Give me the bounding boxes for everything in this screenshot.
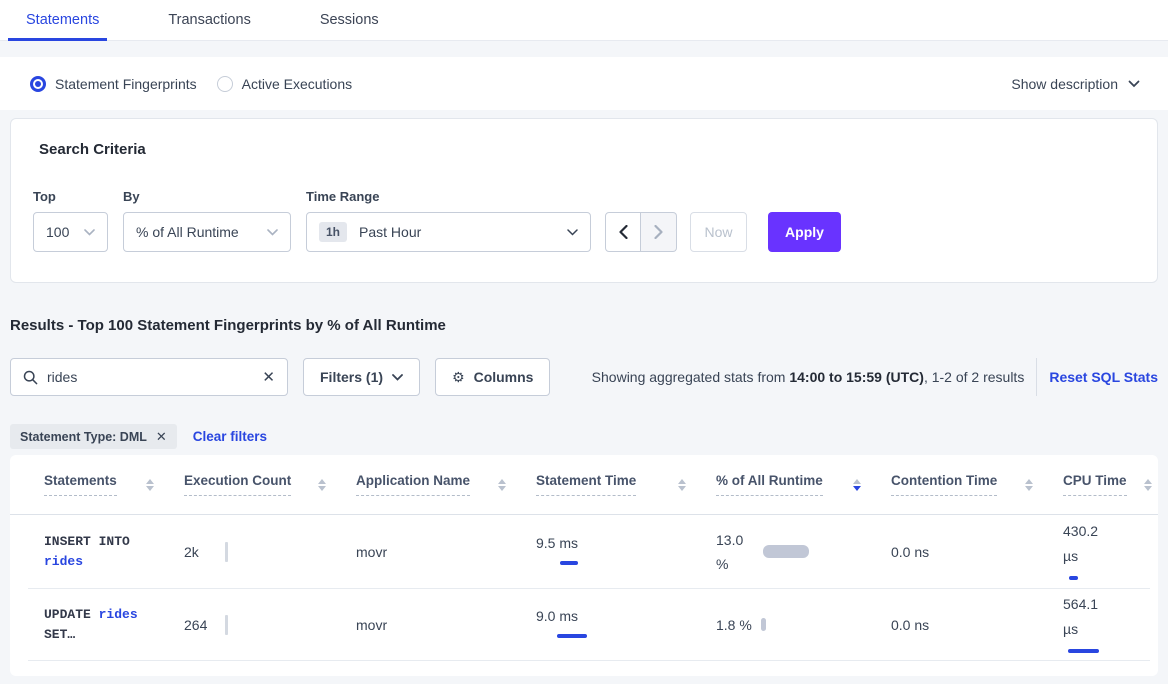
search-criteria-title: Search Criteria <box>39 141 146 158</box>
sort-icon-active-desc[interactable] <box>853 479 861 491</box>
top-label: Top <box>33 189 108 204</box>
pct-runtime-bar <box>761 618 766 631</box>
time-range-label: Time Range <box>306 189 591 204</box>
by-label: By <box>123 189 291 204</box>
pct-runtime-bar <box>763 545 809 558</box>
statement-fingerprint[interactable]: INSERT INTO rides <box>44 532 130 572</box>
search-icon <box>23 370 38 385</box>
radio-unselected-icon[interactable] <box>217 76 233 92</box>
time-range-select[interactable]: 1h Past Hour <box>306 212 591 252</box>
col-header-statements[interactable]: Statements <box>44 473 184 495</box>
active-tab-underline <box>8 38 107 41</box>
clear-search-icon[interactable]: ✕ <box>262 370 275 385</box>
columns-button-label: Columns <box>474 369 534 385</box>
time-pager <box>605 212 677 252</box>
table-row[interactable]: INSERT INTO rides 2k movr 9.5 ms 13.0 % … <box>10 515 1158 588</box>
by-select[interactable]: % of All Runtime <box>123 212 291 252</box>
filters-button[interactable]: Filters (1) <box>303 358 420 396</box>
show-description-label: Show description <box>1011 76 1118 92</box>
results-heading: Results - Top 100 Statement Fingerprints… <box>10 317 446 334</box>
top-tab-bar: Statements Transactions Sessions <box>0 0 1168 41</box>
chevron-down-icon <box>84 229 95 236</box>
chevron-down-icon <box>392 374 403 381</box>
stddev-bar <box>557 634 587 638</box>
statements-table: Statements Execution Count Application N… <box>10 455 1158 676</box>
stddev-bar <box>560 561 578 565</box>
now-button[interactable]: Now <box>690 212 747 252</box>
summary-time-range: 14:00 to 15:59 (UTC) <box>789 369 924 385</box>
results-summary: Showing aggregated stats from 14:00 to 1… <box>592 369 1025 385</box>
pct-runtime-cell: 13.0 % <box>716 528 891 576</box>
application-name-cell: movr <box>356 544 536 560</box>
gear-icon: ⚙ <box>452 370 465 384</box>
application-name-cell: movr <box>356 617 536 633</box>
top-select[interactable]: 100 <box>33 212 108 252</box>
remove-filter-icon[interactable]: ✕ <box>156 430 167 443</box>
filter-pill-label: Statement Type: DML <box>20 430 147 444</box>
statement-link[interactable]: rides <box>44 554 83 569</box>
radio-selected-icon[interactable] <box>30 76 46 92</box>
top-select-value: 100 <box>46 224 69 240</box>
pct-runtime-cell: 1.8 % <box>716 617 891 633</box>
col-header-pct-runtime[interactable]: % of All Runtime <box>716 473 891 495</box>
tab-statements[interactable]: Statements <box>26 12 99 28</box>
cpu-time-cell: 430.2 µs <box>1063 519 1152 584</box>
statement-search-box[interactable]: ✕ <box>10 358 288 396</box>
sort-icon[interactable] <box>1025 479 1033 491</box>
statement-time-cell: 9.5 ms <box>536 535 716 569</box>
stddev-bar <box>1068 649 1099 653</box>
stddev-bar <box>1069 576 1078 580</box>
sort-icon[interactable] <box>318 479 326 491</box>
execution-count-bar <box>225 542 228 562</box>
toolbar-divider <box>1036 358 1037 396</box>
results-toolbar: ✕ Filters (1) ⚙ Columns Showing aggregat… <box>10 358 1158 396</box>
tab-transactions[interactable]: Transactions <box>168 12 250 28</box>
col-header-execution-count[interactable]: Execution Count <box>184 473 356 495</box>
sort-icon[interactable] <box>1144 479 1152 491</box>
by-select-value: % of All Runtime <box>136 224 239 240</box>
radio-statement-fingerprints[interactable]: Statement Fingerprints <box>30 76 197 92</box>
execution-count-cell: 2k <box>184 544 356 560</box>
filter-pill-statement-type[interactable]: Statement Type: DML ✕ <box>10 424 177 449</box>
sort-icon[interactable] <box>678 479 686 491</box>
cpu-time-cell: 564.1 µs <box>1063 592 1152 657</box>
chevron-down-icon <box>267 229 278 236</box>
col-header-cpu-time[interactable]: CPU Time <box>1063 473 1152 495</box>
show-description-toggle[interactable]: Show description <box>1011 76 1140 92</box>
statement-time-cell: 9.0 ms <box>536 608 716 642</box>
col-header-application-name[interactable]: Application Name <box>356 473 536 495</box>
search-input[interactable] <box>47 369 253 385</box>
statement-fingerprint[interactable]: UPDATE rides SET… <box>44 605 138 645</box>
radio-active-executions[interactable]: Active Executions <box>217 76 353 92</box>
prev-time-button[interactable] <box>605 212 641 252</box>
clear-filters-link[interactable]: Clear filters <box>193 429 267 444</box>
active-filters-row: Statement Type: DML ✕ Clear filters <box>10 424 267 449</box>
next-time-button[interactable] <box>641 212 677 252</box>
statement-link[interactable]: rides <box>99 607 138 622</box>
row-divider <box>28 660 1150 661</box>
view-toggle-strip: Statement Fingerprints Active Executions… <box>0 57 1168 110</box>
col-header-contention-time[interactable]: Contention Time <box>891 473 1063 495</box>
table-row[interactable]: UPDATE rides SET… 264 movr 9.0 ms 1.8 % … <box>10 589 1158 660</box>
radio-active-executions-label: Active Executions <box>242 76 353 92</box>
chevron-down-icon <box>1128 80 1140 88</box>
table-header-row: Statements Execution Count Application N… <box>10 455 1158 515</box>
time-range-badge: 1h <box>319 222 347 242</box>
radio-statement-fingerprints-label: Statement Fingerprints <box>55 76 197 92</box>
sort-icon[interactable] <box>146 479 154 491</box>
contention-time-cell: 0.0 ns <box>891 544 1063 560</box>
contention-time-cell: 0.0 ns <box>891 617 1063 633</box>
chevron-down-icon <box>567 229 578 236</box>
execution-count-bar <box>225 615 228 635</box>
filters-button-label: Filters (1) <box>320 369 383 385</box>
sort-icon[interactable] <box>498 479 506 491</box>
col-header-statement-time[interactable]: Statement Time <box>536 473 716 495</box>
execution-count-cell: 264 <box>184 617 356 633</box>
apply-button[interactable]: Apply <box>768 212 841 252</box>
columns-button[interactable]: ⚙ Columns <box>435 358 550 396</box>
time-range-value: Past Hour <box>359 224 421 240</box>
search-criteria-card: Search Criteria Top 100 By % of All Runt… <box>10 118 1158 283</box>
reset-sql-stats-link[interactable]: Reset SQL Stats <box>1049 369 1158 385</box>
tab-sessions[interactable]: Sessions <box>320 12 379 28</box>
